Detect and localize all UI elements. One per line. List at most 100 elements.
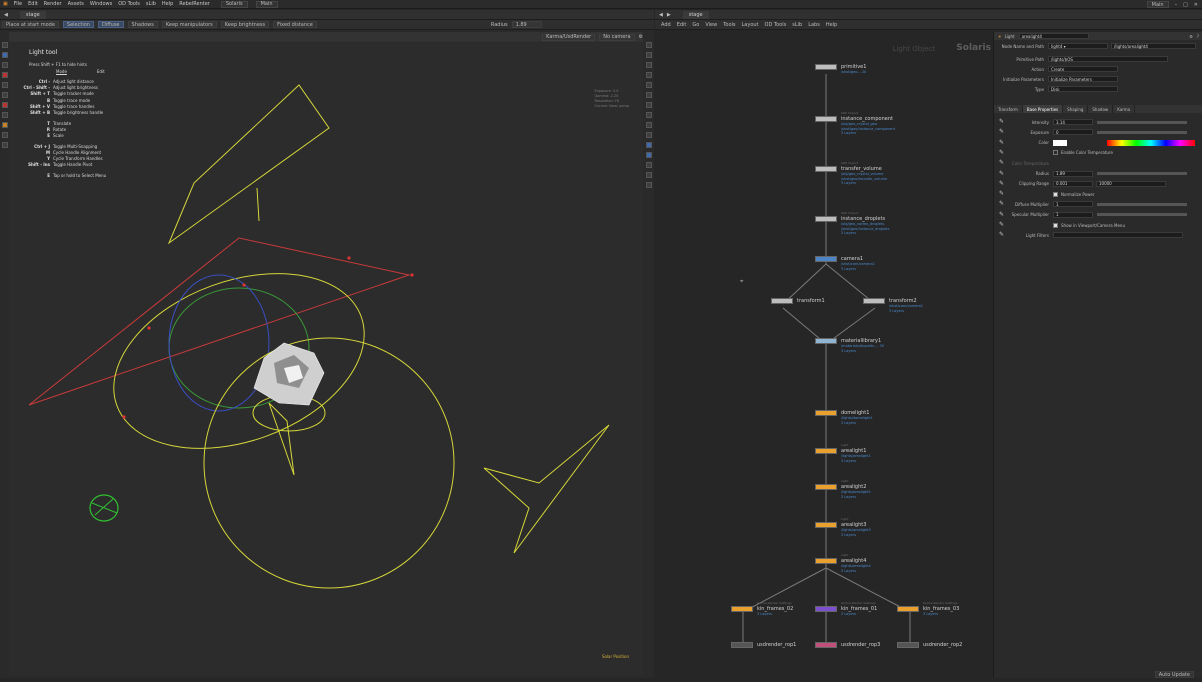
net-menu-edit[interactable]: Edit: [677, 22, 687, 28]
param-value-field[interactable]: 3.14: [1053, 119, 1093, 125]
param-field[interactable]: Create: [1048, 66, 1118, 72]
keyframe-pen-icon[interactable]: ✎: [999, 149, 1005, 156]
app-logo-icon[interactable]: ▣: [3, 1, 8, 7]
node-transfer_volume[interactable]: [815, 166, 837, 172]
display-option-9-icon[interactable]: [646, 122, 652, 128]
param-node-name[interactable]: arealight4: [1018, 33, 1089, 39]
menu-windows[interactable]: Windows: [90, 1, 112, 7]
clip-far-field[interactable]: 10000: [1096, 180, 1166, 187]
menu-render[interactable]: Render: [44, 1, 62, 7]
light-filters-field[interactable]: [1053, 232, 1183, 239]
move-tool-icon[interactable]: [2, 52, 8, 58]
param-checkbox[interactable]: [1053, 222, 1058, 228]
net-menu-odtools[interactable]: OD Tools: [765, 22, 787, 28]
display-option-1-icon[interactable]: [646, 42, 652, 48]
node-materiallibrary1[interactable]: [815, 338, 837, 344]
mode-shadows[interactable]: Shadows: [127, 21, 158, 28]
keep-brightness-toggle[interactable]: Keep brightness: [220, 21, 270, 28]
node-instance_droplets[interactable]: [815, 216, 837, 222]
maximize-icon[interactable]: □: [1183, 2, 1188, 8]
node-usdrender_rop3[interactable]: [815, 642, 837, 648]
net-menu-help[interactable]: Help: [826, 22, 837, 28]
menu-edit[interactable]: Edit: [28, 1, 38, 7]
context-select[interactable]: Main: [255, 0, 278, 8]
back-icon[interactable]: ◀: [4, 12, 8, 18]
area-light-gizmo-2[interactable]: [483, 424, 610, 554]
color-swatch[interactable]: [1053, 139, 1067, 146]
param-slider[interactable]: [1097, 172, 1187, 175]
param-value-field[interactable]: 1: [1053, 201, 1093, 208]
display-option-10-icon[interactable]: [646, 132, 652, 138]
display-option-8-icon[interactable]: [646, 112, 652, 118]
net-menu-go[interactable]: Go: [692, 22, 699, 28]
node-kin_frames_01[interactable]: [815, 606, 837, 612]
close-icon[interactable]: ✕: [1194, 2, 1198, 8]
back-icon[interactable]: ◀: [659, 12, 663, 18]
node-path-select[interactable]: light4 ▾: [1048, 43, 1108, 49]
node-transform2[interactable]: [863, 298, 885, 304]
place-start-mode[interactable]: Place at start mode: [2, 21, 59, 28]
node-arealight4[interactable]: [815, 558, 837, 564]
node-domelight1[interactable]: [815, 410, 837, 416]
net-menu-tools[interactable]: Tools: [723, 22, 735, 28]
node-arealight1[interactable]: [815, 448, 837, 454]
param-slider[interactable]: [1097, 130, 1187, 134]
display-option-11-icon[interactable]: [646, 142, 652, 148]
param-tab[interactable]: Shadow: [1088, 105, 1114, 113]
display-option-5-icon[interactable]: [646, 82, 652, 88]
net-menu-add[interactable]: Add: [661, 22, 671, 28]
handle-point[interactable]: [242, 283, 246, 287]
param-slider[interactable]: [1097, 213, 1187, 217]
fixed-distance-toggle[interactable]: Fixed distance: [273, 21, 317, 28]
viewport-options-icon[interactable]: ⚙: [639, 34, 643, 40]
color-picker-ramp[interactable]: [1107, 139, 1195, 146]
keyframe-pen-icon[interactable]: ✎: [999, 191, 1005, 197]
display-option-12-icon[interactable]: [646, 152, 652, 158]
snap-tool-icon[interactable]: [2, 102, 8, 108]
node-usdrender_rop1[interactable]: [731, 642, 753, 648]
display-option-6-icon[interactable]: [646, 92, 652, 98]
param-slider[interactable]: [1097, 202, 1187, 206]
user-select[interactable]: Main: [1146, 1, 1169, 8]
param-tab[interactable]: Base Properties: [1022, 105, 1064, 113]
display-option-15-icon[interactable]: [646, 182, 652, 188]
param-tab[interactable]: Karma: [1113, 105, 1136, 113]
desktop-select[interactable]: Solaris: [220, 0, 248, 8]
display-option-4-icon[interactable]: [646, 72, 652, 78]
param-tab[interactable]: Shaping: [1063, 105, 1089, 113]
node-kin_frames_03[interactable]: [897, 606, 919, 612]
extra-tool-icon[interactable]: [2, 142, 8, 148]
mode-selection[interactable]: Selection: [62, 21, 94, 28]
keep-manipulators-toggle[interactable]: Keep manipulators: [161, 21, 217, 28]
menu-help[interactable]: Help: [162, 1, 173, 7]
display-option-3-icon[interactable]: [646, 62, 652, 68]
prim-path-display[interactable]: /lights/arealight4: [1111, 43, 1196, 49]
keyframe-pen-icon[interactable]: ✎: [999, 222, 1005, 228]
node-instance_component[interactable]: [815, 116, 837, 122]
light-tool-icon[interactable]: [2, 72, 8, 78]
renderer-select[interactable]: Karma/UsdRender: [542, 33, 596, 41]
param-gear-icon[interactable]: ⚙: [1189, 34, 1193, 39]
ice-cube[interactable]: [253, 342, 325, 406]
param-field[interactable]: /lights/$OS: [1048, 56, 1168, 62]
node-kin_frames_02[interactable]: [731, 606, 753, 612]
display-option-2-icon[interactable]: [646, 52, 652, 58]
display-option-13-icon[interactable]: [646, 162, 652, 168]
param-value-field[interactable]: 0.001: [1053, 180, 1093, 187]
menu-slib[interactable]: sLib: [146, 1, 156, 7]
tab-stage-right[interactable]: stage: [682, 10, 709, 19]
handle-tool-icon[interactable]: [2, 92, 8, 98]
scale-tool-icon[interactable]: [2, 82, 8, 88]
auto-update-select[interactable]: Auto Update: [1154, 671, 1194, 678]
select-tool-icon[interactable]: [2, 42, 8, 48]
handle-point[interactable]: [122, 415, 126, 419]
display-option-14-icon[interactable]: [646, 172, 652, 178]
param-checkbox[interactable]: [1053, 191, 1058, 197]
mode-diffuse[interactable]: Diffuse: [97, 21, 124, 28]
rotate-handle-blue[interactable]: [168, 274, 270, 412]
net-menu-labs[interactable]: Labs: [808, 22, 820, 28]
node-transform1[interactable]: [771, 298, 793, 304]
param-value-field[interactable]: 1.89: [1053, 170, 1093, 177]
node-arealight2[interactable]: [815, 484, 837, 490]
forward-icon[interactable]: ▶: [667, 12, 671, 18]
